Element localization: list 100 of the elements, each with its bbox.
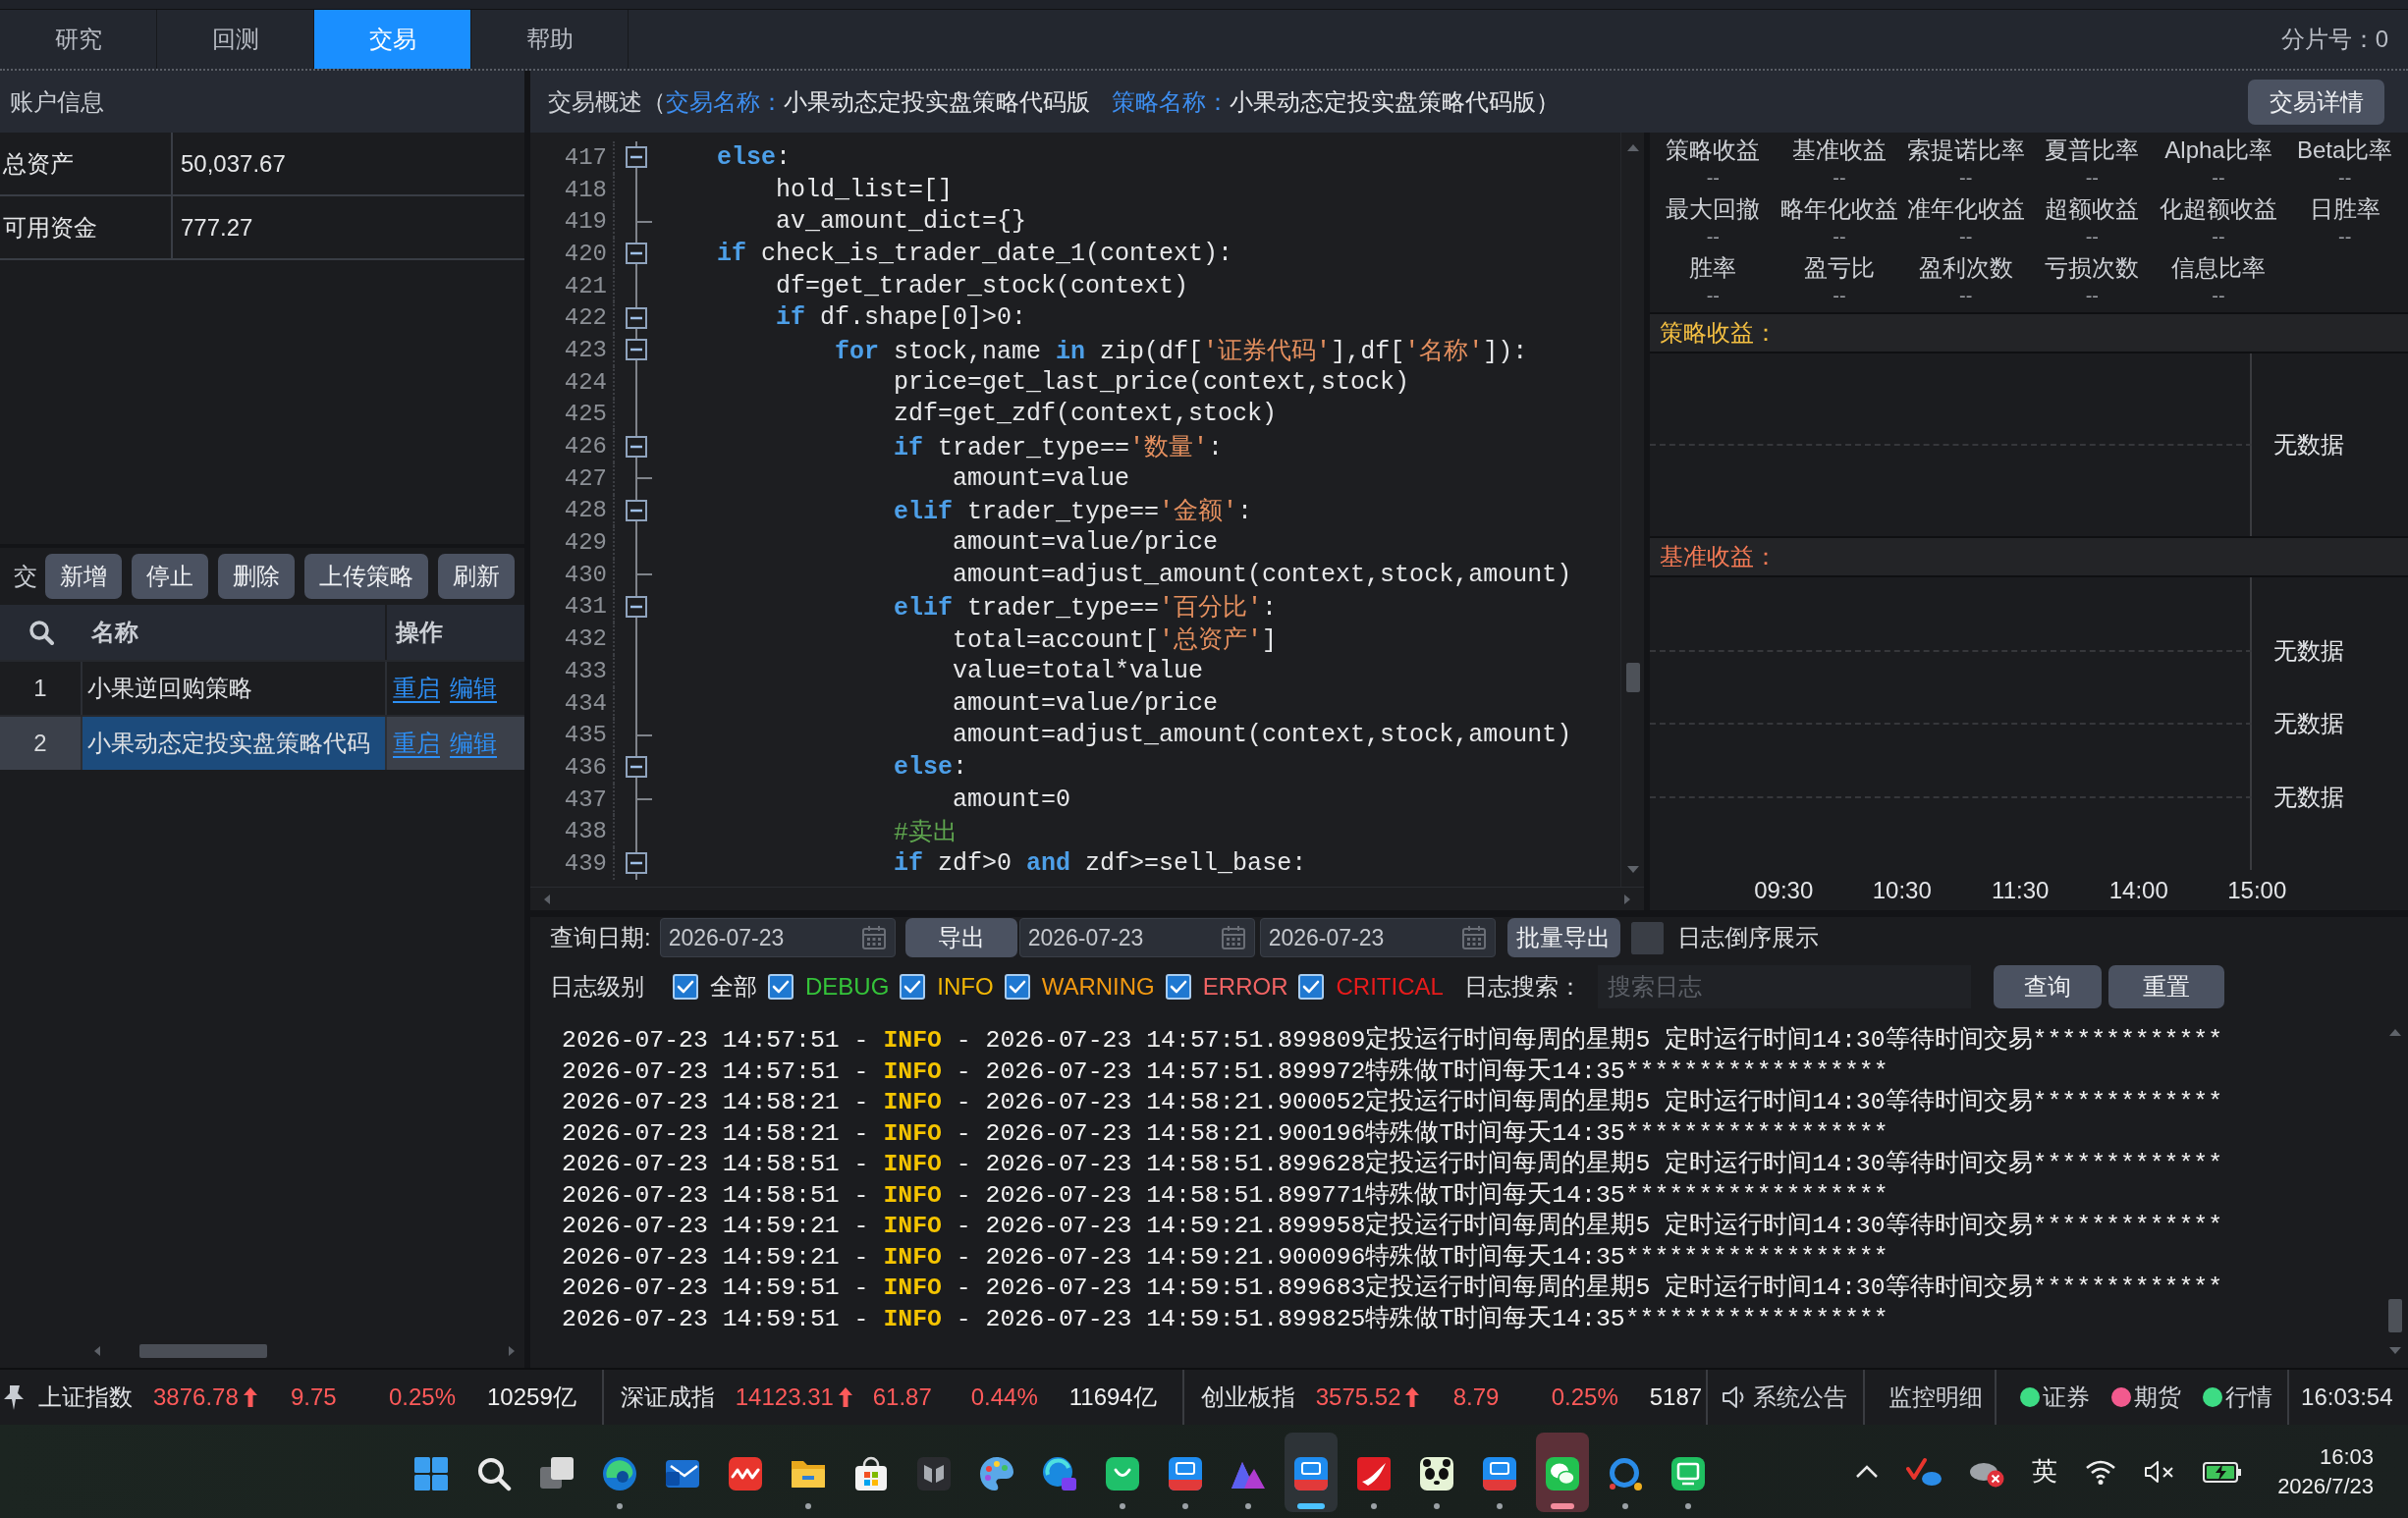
log-line: 2026-07-23 14:59:21 - INFO - 2026-07-23 14:59:21.899958定投运行时间每周的星期5 定时运行时间14:30等待时间交易************* [562,1211,2223,1241]
toolbar-button[interactable]: 删除 [218,554,295,599]
wifi-icon[interactable] [2085,1458,2117,1485]
checkbox[interactable] [768,974,794,1000]
index-change: 61.87 [872,1383,932,1411]
tab[interactable]: 帮助 [471,10,629,69]
zigzag-tile-icon [728,1456,763,1491]
checkbox[interactable] [1004,974,1030,1000]
code-line: amount=adjust_amount(context,stock,amount) [953,721,1572,750]
metric-label: 最大回撤 [1666,194,1761,224]
checkbox[interactable] [1630,921,1664,954]
notice-button[interactable]: 系统公告 [1722,1382,1848,1413]
index-change: 9.75 [291,1383,337,1411]
export-button[interactable]: 导出 [904,918,1017,957]
checkbox-label: 全部 [710,972,757,1002]
collapse-icon[interactable] [626,146,647,169]
pin-icon[interactable] [2,1384,26,1410]
chevron-up-icon[interactable] [1855,1464,1880,1479]
table-row[interactable]: 1 小果逆回购策略 重启 编辑 [0,660,524,715]
toolbar-button[interactable]: 新增 [45,554,122,599]
section-label: 交 [14,562,37,591]
battery-charging-icon[interactable] [2203,1459,2243,1484]
line-number: 438 [564,818,607,845]
toolbar-button[interactable]: 上传策略 [304,554,428,599]
axis-label: 14:00 [2108,876,2168,904]
axis-label: 15:00 [2227,876,2287,904]
line-number: 426 [564,433,607,461]
search-field[interactable]: 搜索日志 [1597,965,1971,1008]
checkbox-label: 日志倒序展示 [1676,923,1819,952]
date-field[interactable]: 2026-07-23 [1259,918,1496,957]
collapse-icon[interactable] [626,306,647,329]
batch-export-button[interactable]: 批量导出 [1506,918,1620,957]
axis-label: 无数据 [2273,709,2344,738]
index-percent: 0.25% [389,1383,457,1411]
code-line: amount=0 [953,785,1071,814]
calendar-icon [1221,926,1245,949]
collapse-icon[interactable] [626,243,647,265]
index-name: 创业板指 [1200,1382,1295,1412]
collapse-icon[interactable] [626,852,647,875]
clock-time: 16:03:54 [2301,1383,2393,1411]
checkbox-label: WARNING [1041,973,1155,1001]
collapse-icon[interactable] [626,339,647,361]
horizontal-scrollbar[interactable] [94,1342,515,1360]
code-line: else: [894,752,968,782]
collapse-icon[interactable] [626,435,647,458]
calendar-icon [861,926,886,949]
four-squares-icon [413,1456,449,1491]
collapse-icon[interactable] [626,756,647,779]
reset-button[interactable]: 重置 [2107,965,2224,1008]
axis-label: 09:30 [1754,876,1814,904]
search-icon[interactable] [28,620,54,645]
check-cloud-icon[interactable] [1906,1456,1943,1487]
index-turnover: 10259亿 [487,1382,576,1412]
monitor-button[interactable]: 监控明细 [1888,1382,1984,1413]
field-label: 日志搜索： [1463,972,1582,1002]
collapse-icon[interactable] [626,499,647,521]
field-label: 查询日期: [550,923,651,952]
checkbox-label: DEBUG [805,973,890,1001]
taskbar-button[interactable] [1536,1433,1589,1512]
chart-title: 基准收益： [1660,542,1778,571]
date-field[interactable]: 2026-07-23 [659,918,896,957]
toolbar-button[interactable]: 停止 [132,554,208,599]
collapse-icon[interactable] [626,595,647,618]
axis-label: 10:30 [1872,876,1932,904]
axis-label: 无数据 [2273,782,2344,812]
book-tile-icon [916,1456,952,1491]
metric-value: -- [2085,166,2099,190]
action-link[interactable]: 重启 [393,673,440,704]
line-number: 421 [564,272,607,299]
metric-label: 胜率 [1689,253,1737,283]
date-field[interactable]: 2026-07-23 [1018,918,1255,957]
action-link[interactable]: 编辑 [450,673,497,704]
metric-value: -- [2212,166,2225,190]
chat-bubbles-icon [1545,1456,1580,1491]
taskbar-button[interactable] [1285,1433,1338,1512]
input-method-label[interactable]: 英 [2032,1454,2058,1489]
checkbox[interactable] [1165,974,1191,1000]
metric-value: -- [2212,225,2225,249]
code-line: amount=adjust_amount(context,stock,amount) [953,560,1572,589]
tab[interactable]: 研究 [0,10,157,69]
checkbox[interactable] [900,974,926,1000]
query-button[interactable]: 查询 [1993,965,2102,1008]
log-line: 2026-07-23 14:59:51 - INFO - 2026-07-23 14:59:51.899825特殊做T时间每天14:35****************** [562,1303,1888,1334]
line-number: 419 [564,208,607,236]
line-number: 430 [564,561,607,588]
line-number: 437 [564,786,607,813]
line-number: 422 [564,304,607,332]
metric-value: -- [1833,166,1846,190]
checkbox-label: ERROR [1202,973,1288,1001]
tray-time: 16:03 [2319,1443,2374,1470]
toolbar-button[interactable]: 刷新 [438,554,515,599]
info-label: 可用资金 [3,212,97,243]
checkbox[interactable] [673,974,698,1000]
code-line: #卖出 [894,818,958,848]
checkbox[interactable] [1298,974,1325,1000]
details-button[interactable]: 交易详情 [2248,79,2384,125]
metric-value: -- [1833,225,1846,249]
axis-label: 11:30 [1992,876,2050,904]
speaker-muted-icon[interactable] [2144,1458,2176,1485]
log-line: 2026-07-23 14:58:51 - INFO - 2026-07-23 14:58:51.899771特殊做T时间每天14:35****************** [562,1179,1888,1211]
